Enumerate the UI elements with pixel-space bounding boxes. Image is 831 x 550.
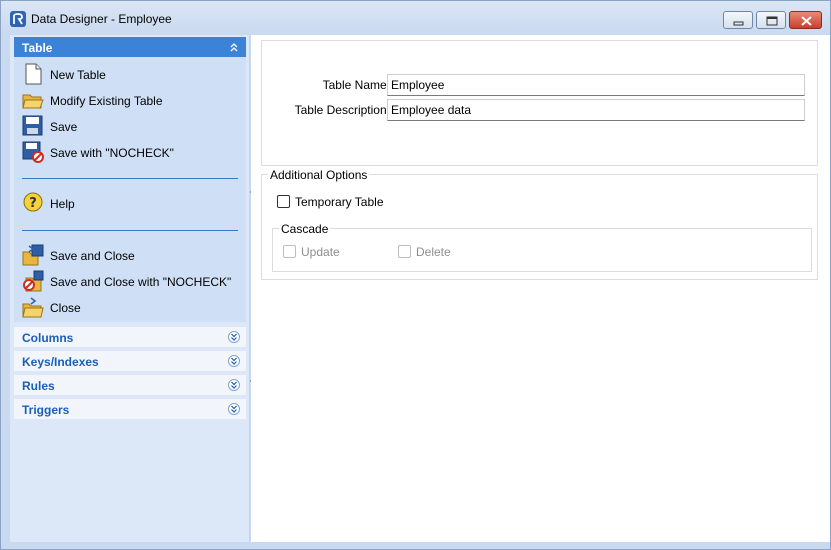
chevron-down-icon[interactable]: [228, 331, 240, 343]
save-close-icon: [22, 244, 44, 266]
group-header-label: Rules: [22, 379, 55, 393]
task-help[interactable]: ? Help: [22, 192, 242, 214]
cascade-legend: Cascade: [279, 222, 331, 236]
app-icon: [10, 11, 26, 27]
table-name-label: Table Name:: [322, 78, 390, 92]
table-description-label: Table Description:: [294, 103, 390, 117]
task-separator: [22, 178, 238, 179]
restore-icon: [766, 16, 778, 26]
help-icon: ?: [23, 192, 43, 212]
group-header-label: Table: [22, 41, 53, 55]
task-label: Save and Close with "NOCHECK": [50, 275, 232, 289]
task-new-table[interactable]: New Table: [22, 63, 242, 85]
open-folder-icon: [22, 94, 44, 109]
group-header-keys-indexes[interactable]: Keys/Indexes: [14, 351, 246, 371]
table-properties-panel: Table Name: Table Description:: [261, 40, 818, 166]
additional-options-legend: Additional Options: [268, 168, 370, 182]
task-label: Save: [50, 120, 78, 134]
task-label: Modify Existing Table: [50, 94, 163, 108]
temporary-table-checkbox[interactable]: [277, 195, 290, 208]
group-header-rules[interactable]: Rules: [14, 375, 246, 395]
task-label: Save with "NOCHECK": [50, 146, 174, 160]
task-save[interactable]: Save: [22, 115, 242, 137]
group-header-label: Columns: [22, 331, 74, 345]
task-pane: Table New Table Modify Existing Table Sa…: [10, 35, 250, 542]
title-bar[interactable]: Data Designer - Employee: [1, 1, 830, 35]
temporary-table-label[interactable]: Temporary Table: [295, 195, 384, 209]
table-editor: Table Name: Table Description: Additiona…: [251, 35, 830, 542]
task-label: New Table: [50, 68, 106, 82]
chevron-down-icon[interactable]: [228, 355, 240, 367]
new-document-icon: [25, 63, 42, 85]
table-description-input[interactable]: [387, 99, 805, 121]
group-header-columns[interactable]: Columns: [14, 327, 246, 347]
group-header-triggers[interactable]: Triggers: [14, 399, 246, 419]
save-disk-icon: [22, 115, 43, 136]
group-body-table: New Table Modify Existing Table Save Sav…: [14, 57, 246, 322]
cascade-delete-checkbox[interactable]: [398, 245, 411, 258]
task-save-and-close[interactable]: Save and Close: [22, 244, 242, 266]
minimize-icon: [733, 21, 744, 26]
close-window-button[interactable]: [789, 11, 822, 29]
task-save-close-nocheck[interactable]: Save and Close with "NOCHECK": [22, 270, 242, 292]
cascade-update-label: Update: [301, 245, 340, 259]
additional-options-group: Additional Options Temporary Table Casca…: [261, 168, 818, 280]
cascade-update-checkbox[interactable]: [283, 245, 296, 258]
table-name-input[interactable]: [387, 74, 805, 96]
save-close-nocheck-icon: [23, 270, 44, 292]
task-close[interactable]: Close: [22, 296, 242, 318]
close-icon: [801, 16, 812, 26]
group-header-table[interactable]: Table: [14, 37, 246, 57]
task-modify-existing-table[interactable]: Modify Existing Table: [22, 89, 242, 111]
window-title: Data Designer - Employee: [31, 12, 172, 26]
group-header-label: Triggers: [22, 403, 70, 417]
task-label: Help: [50, 197, 75, 211]
save-nocheck-icon: [22, 141, 44, 163]
task-separator: [22, 230, 238, 231]
cascade-group: Cascade Update Delete: [272, 222, 812, 272]
task-save-nocheck[interactable]: Save with "NOCHECK": [22, 141, 242, 163]
chevron-up-icon[interactable]: [228, 41, 240, 53]
maximize-button[interactable]: [756, 11, 786, 29]
data-designer-window: Data Designer - Employee Table New Table…: [0, 0, 831, 550]
task-label: Save and Close: [50, 249, 135, 263]
group-header-label: Keys/Indexes: [22, 355, 99, 369]
chevron-down-icon[interactable]: [228, 403, 240, 415]
task-label: Close: [50, 301, 81, 315]
chevron-down-icon[interactable]: [228, 379, 240, 391]
minimize-button[interactable]: [723, 11, 753, 29]
close-folder-icon: [22, 297, 44, 318]
svg-text:?: ?: [29, 196, 37, 211]
cascade-delete-label: Delete: [416, 245, 451, 259]
